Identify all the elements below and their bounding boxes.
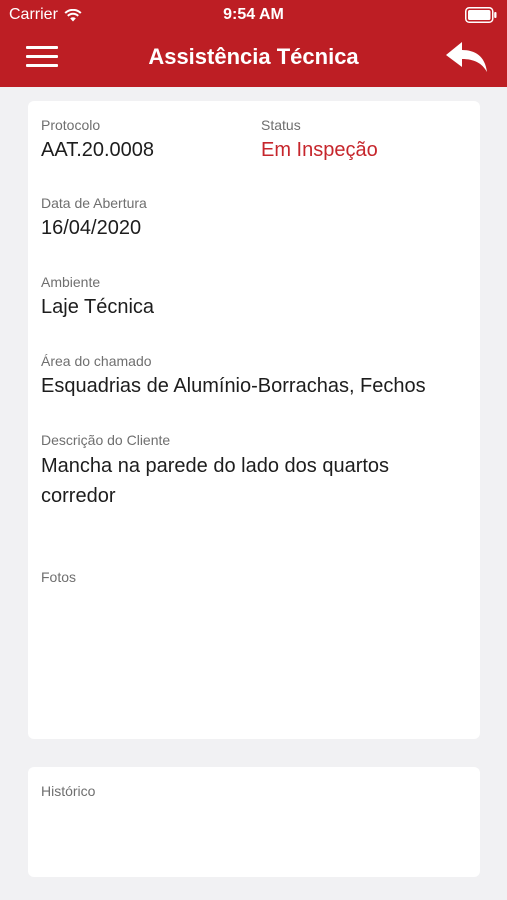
history-card: Histórico: [28, 767, 480, 877]
details-card: Protocolo AAT.20.0008 Status Em Inspeção…: [28, 101, 480, 739]
data-abertura-label: Data de Abertura: [41, 195, 147, 211]
area-chamado-value: Esquadrias de Alumínio-Borrachas, Fechos: [41, 375, 426, 397]
historico-label: Histórico: [41, 783, 96, 799]
status-value: Em Inspeção: [261, 139, 378, 161]
descricao-value: Mancha na parede do lado dos quartos cor…: [41, 455, 390, 507]
navigation-bar: Assistência Técnica: [0, 30, 507, 87]
descricao-label: Descrição do Cliente: [41, 432, 171, 448]
page-title: Assistência Técnica: [148, 44, 359, 69]
area-chamado-label: Área do chamado: [41, 353, 152, 369]
ambiente-value: Laje Técnica: [41, 296, 155, 318]
back-button[interactable]: [445, 40, 489, 74]
status-label: Status: [261, 117, 301, 133]
top-bar: Carrier 9:54 AM Assistência Técnica: [0, 0, 507, 87]
clock: 9:54 AM: [223, 6, 284, 23]
ambiente-label: Ambiente: [41, 274, 101, 290]
protocolo-value: AAT.20.0008: [41, 139, 155, 161]
photos-area: [41, 593, 467, 723]
protocolo-label: Protocolo: [41, 117, 101, 133]
battery-icon: [465, 7, 497, 23]
status-bar: Carrier 9:54 AM: [0, 0, 507, 30]
reply-back-arrow-icon: [446, 42, 487, 72]
data-abertura-value: 16/04/2020: [41, 217, 142, 239]
fotos-label: Fotos: [41, 569, 77, 585]
